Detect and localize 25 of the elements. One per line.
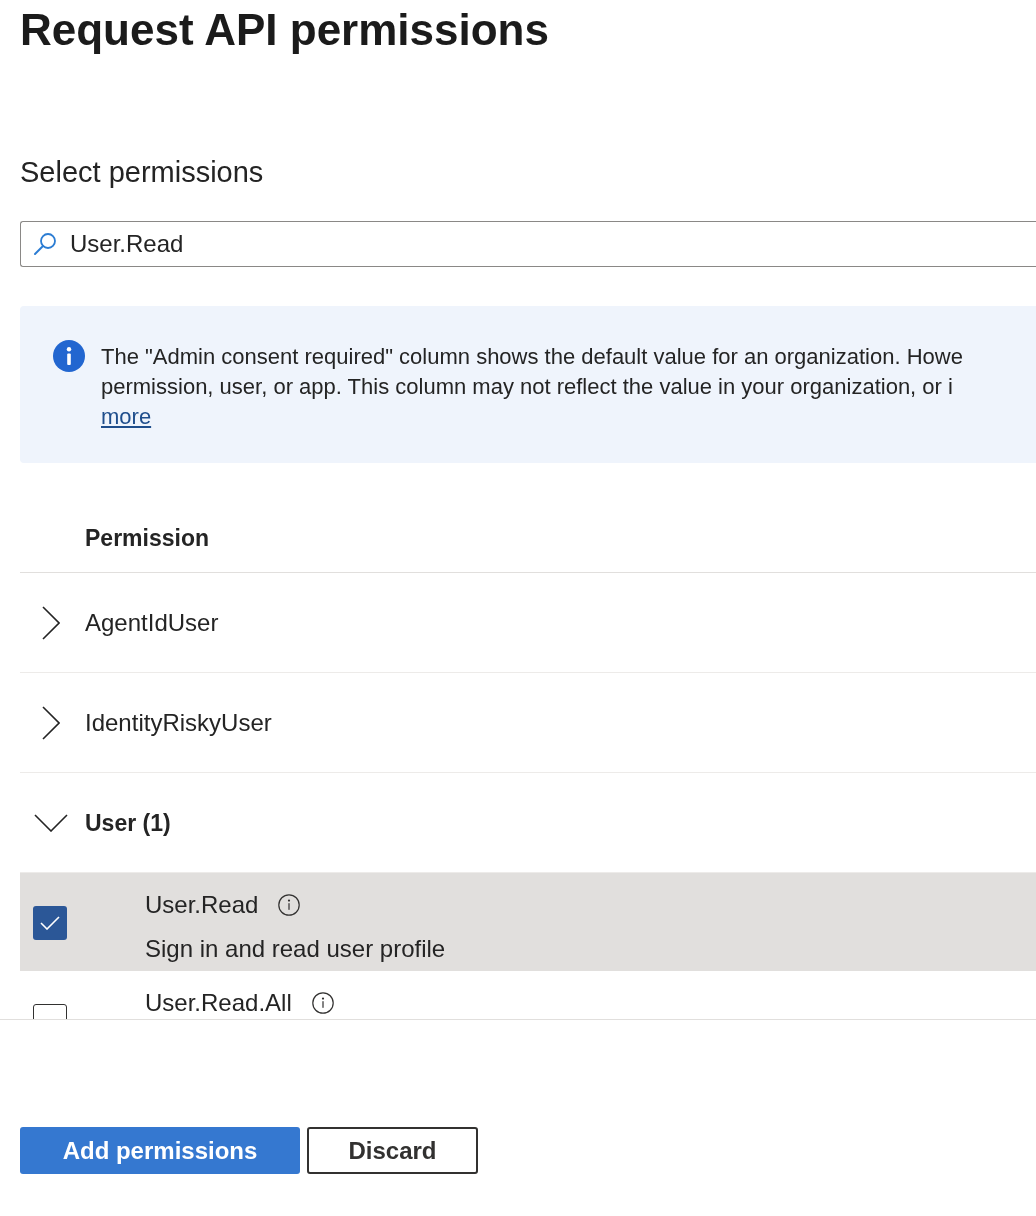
permission-group-label[interactable]: AgentIdUser [85,608,219,637]
checkbox[interactable] [33,906,67,940]
chevron-right-icon[interactable] [42,705,60,740]
add-permissions-button[interactable]: Add permissions [20,1127,300,1174]
chevron-right-icon[interactable] [42,605,60,640]
permission-name: User.Read [145,891,259,919]
info-icon[interactable] [278,894,301,916]
checkmark-icon [40,916,60,930]
permission-row[interactable]: User.Read Sign in and read user profile [20,873,1036,971]
search-icon [33,232,57,256]
page-title: Request API permissions [20,4,549,56]
section-title: Select permissions [20,155,264,190]
discard-button[interactable]: Discard [307,1127,478,1174]
column-header: Permission [85,523,209,552]
permission-description: Sign in and read user profile [145,935,446,963]
permission-group-label[interactable]: IdentityRiskyUser [85,708,272,737]
info-icon [53,340,85,372]
permission-name: User.Read.All [145,989,292,1017]
permission-group-label[interactable]: User (1) [85,808,171,837]
info-icon[interactable] [311,992,334,1014]
checkbox[interactable] [33,1004,67,1019]
info-message: The "Admin consent required" column shows the default value for an organization. Howe permission, user, or app. This column may not reflect the value in your organization, or i more [101,343,963,431]
learn-more-link[interactable]: more [101,404,152,429]
search-field[interactable]: User.Read [20,221,1036,267]
chevron-down-icon[interactable] [34,813,68,832]
